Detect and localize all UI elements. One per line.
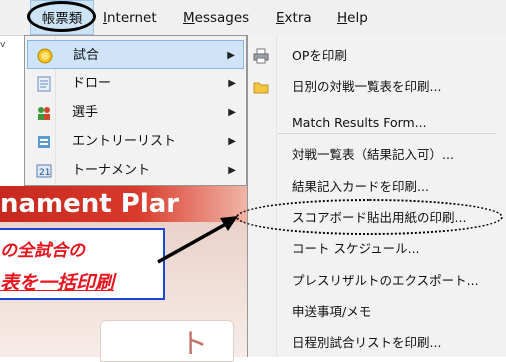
menu-item-tournament[interactable]: 21 トーナメント ▶ — [27, 156, 244, 185]
coin-icon — [37, 48, 53, 64]
submenu-item-match-results-form[interactable]: Match Results Form... — [272, 108, 506, 138]
submenu-item-notes[interactable]: 申送事項/メモ — [272, 297, 506, 327]
chevron-right-icon: ▶ — [228, 165, 236, 176]
document-icon — [36, 76, 52, 92]
background-stub-text: v — [0, 40, 6, 50]
chevron-right-icon: ▶ — [228, 78, 236, 89]
printer-icon — [253, 48, 269, 64]
menu-internet[interactable]: Internet — [103, 0, 157, 35]
tournament-planner-banner: nament Plar — [0, 186, 247, 222]
submenu-item-daily-match-list[interactable]: 日別の対戦一覧表を印刷... — [253, 72, 506, 102]
menu-help[interactable]: Help — [337, 0, 368, 35]
chevron-right-icon: ▶ — [228, 136, 236, 147]
background-card — [100, 320, 234, 362]
chevron-right-icon: ▶ — [228, 107, 236, 118]
submenu-item-press-results-export[interactable]: プレスリザルトのエクスポート... — [272, 266, 506, 296]
svg-text:21: 21 — [39, 168, 50, 178]
submenu-item-match-list-with-results[interactable]: 対戦一覧表（結果記入可）... — [272, 140, 506, 170]
chevron-right-icon: ▶ — [227, 50, 235, 61]
matches-submenu: OPを印刷 日別の対戦一覧表を印刷... Match Results Form.… — [247, 35, 506, 357]
menu-highlight-oval — [27, 1, 96, 32]
background-card-text: ト — [180, 327, 209, 360]
menu-messages[interactable]: Messages — [183, 0, 249, 35]
submenu-list: OPを印刷 日別の対戦一覧表を印刷... Match Results Form.… — [253, 35, 506, 358]
menu-item-entry-list[interactable]: エントリーリスト ▶ — [27, 127, 244, 156]
banner-text: nament Plar — [0, 189, 180, 219]
menu-item-matches[interactable]: 試合 ▶ — [27, 40, 244, 69]
menu-item-draw[interactable]: ドロー ▶ — [27, 69, 244, 98]
players-icon — [36, 105, 52, 121]
annotation-line-1: の全試合の — [0, 241, 85, 261]
menu-extra[interactable]: Extra — [276, 0, 312, 35]
menu-item-players[interactable]: 選手 ▶ — [27, 98, 244, 127]
list-icon — [36, 134, 52, 150]
highlight-dotted-oval — [236, 199, 503, 235]
reports-dropdown: 試合 ▶ ドロー ▶ 選手 ▶ エントリーリスト ▶ 21 トーナメント ▶ — [24, 35, 247, 186]
annotation-line-2: 表を一括印刷 — [0, 272, 115, 294]
submenu-item-court-schedule[interactable]: コート スケジュール... — [272, 234, 506, 264]
tournament-icon: 21 — [36, 163, 52, 179]
folder-icon — [253, 79, 269, 95]
submenu-item-print-op[interactable]: OPを印刷 — [253, 41, 506, 71]
submenu-item-daily-match-schedule[interactable]: 日程別試合リストを印刷... — [272, 328, 506, 358]
submenu-item-result-card[interactable]: 結果記入カードを印刷... — [272, 172, 506, 202]
